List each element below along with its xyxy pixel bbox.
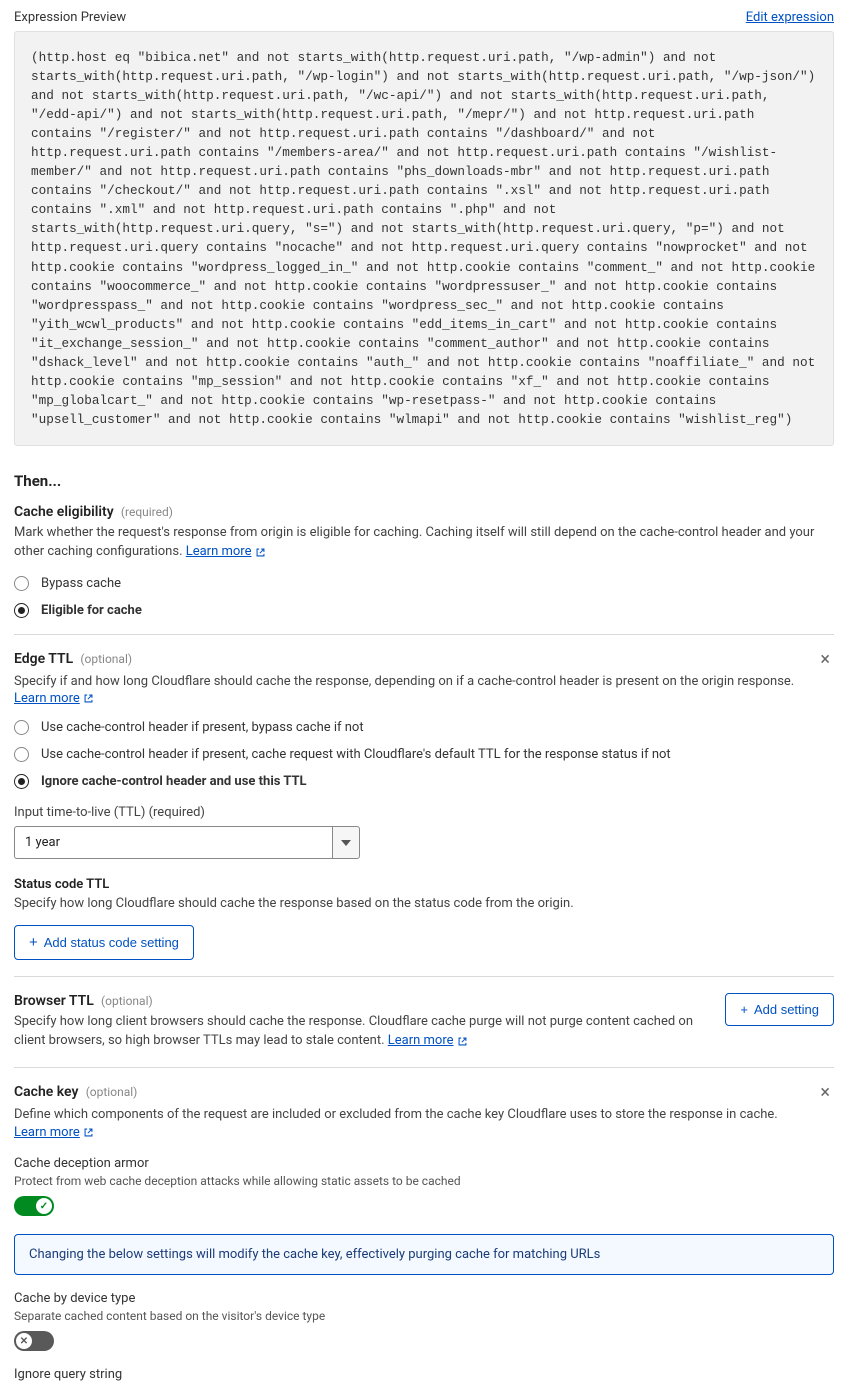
- radio-icon: [14, 576, 29, 591]
- external-link-icon: [255, 547, 266, 558]
- ttl-select-value: 1 year: [14, 826, 332, 859]
- radio-edge-opt3[interactable]: Ignore cache-control header and use this…: [14, 774, 834, 789]
- plus-icon: +: [740, 1002, 748, 1017]
- cache-deception-toggle[interactable]: ✓: [14, 1196, 54, 1216]
- add-setting-button[interactable]: + Add setting: [725, 993, 834, 1026]
- radio-bypass-cache[interactable]: Bypass cache: [14, 576, 834, 591]
- cache-by-device-desc: Separate cached content based on the vis…: [14, 1309, 834, 1323]
- radio-edge-opt1[interactable]: Use cache-control header if present, byp…: [14, 720, 834, 735]
- cache-deception-armor-title: Cache deception armor: [14, 1156, 834, 1171]
- then-header: Then...: [14, 472, 834, 490]
- cache-by-device-title: Cache by device type: [14, 1291, 834, 1306]
- close-icon[interactable]: ×: [816, 1084, 834, 1102]
- status-code-ttl-desc: Specify how long Cloudflare should cache…: [14, 896, 834, 911]
- learn-more-link[interactable]: Learn more: [186, 543, 266, 562]
- cache-key-desc: Define which components of the request a…: [14, 1106, 834, 1125]
- edge-ttl-title: Edge TTL: [14, 651, 73, 667]
- add-status-code-button[interactable]: + Add status code setting: [14, 925, 194, 960]
- learn-more-link[interactable]: Learn more: [14, 1125, 94, 1140]
- cache-key-title: Cache key: [14, 1084, 78, 1100]
- expression-preview-label: Expression Preview: [14, 10, 126, 25]
- radio-eligible-cache[interactable]: Eligible for cache: [14, 603, 834, 618]
- radio-icon: [14, 774, 29, 789]
- radio-icon: [14, 747, 29, 762]
- browser-ttl-desc: Specify how long client browsers should …: [14, 1013, 709, 1051]
- close-icon[interactable]: ×: [816, 651, 834, 669]
- external-link-icon: [83, 693, 94, 704]
- radio-edge-opt2[interactable]: Use cache-control header if present, cac…: [14, 747, 834, 762]
- chevron-down-icon[interactable]: [332, 826, 360, 859]
- external-link-icon: [83, 1127, 94, 1138]
- optional-badge: (optional): [80, 652, 132, 666]
- cache-eligibility-desc: Mark whether the request's response from…: [14, 524, 834, 562]
- radio-icon: [14, 603, 29, 618]
- cache-key-notice: Changing the below settings will modify …: [14, 1234, 834, 1275]
- x-icon: ✕: [20, 1336, 28, 1347]
- ttl-input-label: Input time-to-live (TTL) (required): [14, 805, 834, 820]
- cache-eligibility-title: Cache eligibility: [14, 504, 114, 520]
- edit-expression-link[interactable]: Edit expression: [746, 10, 834, 25]
- learn-more-link[interactable]: Learn more: [14, 691, 94, 706]
- ignore-query-string-title: Ignore query string: [14, 1367, 834, 1382]
- expression-code: (http.host eq "bibica.net" and not start…: [14, 31, 834, 446]
- optional-badge: (optional): [101, 994, 153, 1008]
- browser-ttl-title: Browser TTL: [14, 993, 94, 1009]
- radio-icon: [14, 720, 29, 735]
- ttl-select[interactable]: 1 year: [14, 826, 360, 859]
- edge-ttl-desc: Specify if and how long Cloudflare shoul…: [14, 673, 834, 692]
- cache-by-device-toggle[interactable]: ✕: [14, 1331, 54, 1351]
- status-code-ttl-title: Status code TTL: [14, 877, 834, 892]
- plus-icon: +: [29, 935, 38, 950]
- external-link-icon: [457, 1036, 468, 1047]
- check-icon: ✓: [40, 1201, 48, 1212]
- required-badge: (required): [121, 505, 173, 519]
- learn-more-link[interactable]: Learn more: [388, 1032, 468, 1051]
- optional-badge: (optional): [86, 1085, 138, 1099]
- cache-deception-armor-desc: Protect from web cache deception attacks…: [14, 1174, 834, 1188]
